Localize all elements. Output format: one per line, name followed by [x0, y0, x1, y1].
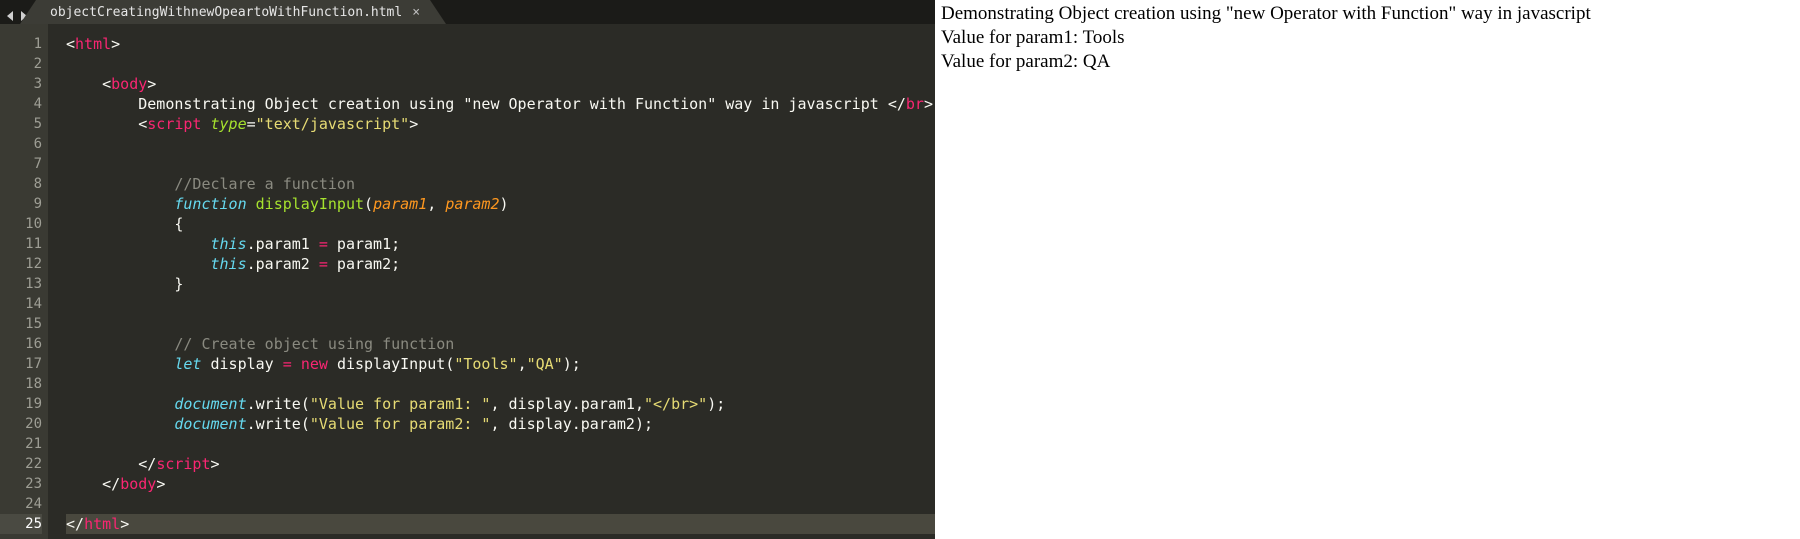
tabbar: objectCreatingWithnewOpeartoWithFunction…	[0, 0, 935, 24]
line-number: 10	[0, 214, 42, 234]
line-number: 23	[0, 474, 42, 494]
source-code[interactable]: <html> <body> Demonstrating Object creat…	[48, 24, 935, 539]
line-number: 15	[0, 314, 42, 334]
line-number: 16	[0, 334, 42, 354]
line-number: 6	[0, 134, 42, 154]
line-number: 2	[0, 54, 42, 74]
line-number: 25	[0, 514, 42, 534]
close-icon[interactable]: ×	[412, 5, 420, 20]
line-gutter: 1234567891011121314151617181920212223242…	[0, 24, 48, 539]
line-number: 4	[0, 94, 42, 114]
code-area: 1234567891011121314151617181920212223242…	[0, 24, 935, 539]
line-number: 7	[0, 154, 42, 174]
preview-line-1: Demonstrating Object creation using "new…	[941, 2, 1794, 26]
line-number: 13	[0, 274, 42, 294]
line-number: 3	[0, 74, 42, 94]
line-number: 21	[0, 434, 42, 454]
preview-line-2: Value for param1: Tools	[941, 26, 1794, 50]
line-number: 1	[0, 34, 42, 54]
line-number: 11	[0, 234, 42, 254]
line-number: 24	[0, 494, 42, 514]
code-editor-pane: objectCreatingWithnewOpeartoWithFunction…	[0, 0, 935, 539]
line-number: 22	[0, 454, 42, 474]
line-number: 14	[0, 294, 42, 314]
line-number: 17	[0, 354, 42, 374]
line-number: 12	[0, 254, 42, 274]
line-number: 5	[0, 114, 42, 134]
nav-back-icon[interactable]	[6, 11, 16, 21]
tab-filename: objectCreatingWithnewOpeartoWithFunction…	[50, 5, 402, 20]
line-number: 8	[0, 174, 42, 194]
file-tab[interactable]: objectCreatingWithnewOpeartoWithFunction…	[36, 0, 430, 24]
line-number: 9	[0, 194, 42, 214]
preview-line-3: Value for param2: QA	[941, 50, 1794, 74]
line-number: 18	[0, 374, 42, 394]
line-number: 19	[0, 394, 42, 414]
line-number: 20	[0, 414, 42, 434]
browser-preview-pane: Demonstrating Object creation using "new…	[935, 0, 1800, 539]
